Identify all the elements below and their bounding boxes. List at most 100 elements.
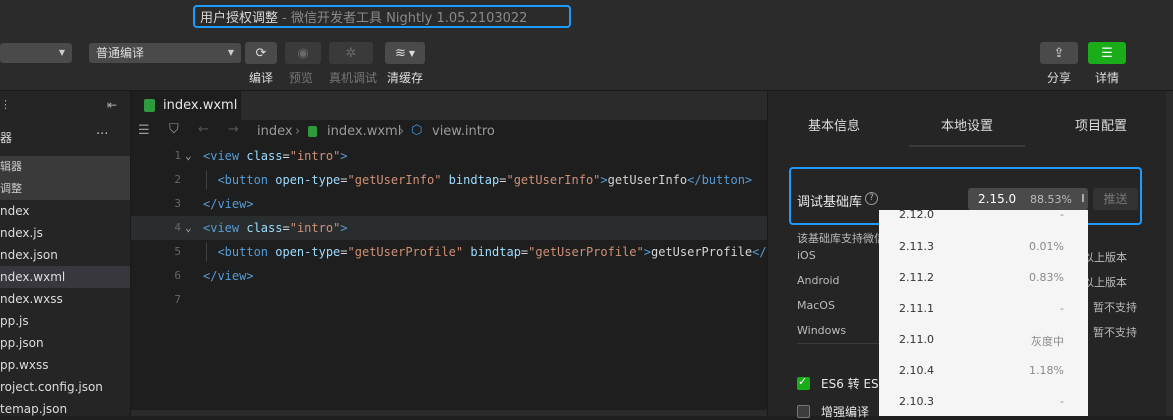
title-highlight-box	[193, 5, 571, 28]
wxml-file-icon	[308, 126, 317, 137]
version-option[interactable]: 2.11.2 0.83%	[879, 262, 1088, 293]
breadcrumb-folder[interactable]: index	[257, 124, 293, 139]
compile-label[interactable]: 编译	[249, 69, 273, 86]
code-line: 7	[174, 293, 181, 306]
file-item-selected[interactable]: ndex.wxml	[0, 266, 130, 288]
code-token: <button	[217, 245, 276, 259]
chevron-down-icon: ▼	[227, 48, 234, 57]
tab-project-config[interactable]: 项目配置	[1075, 115, 1127, 134]
version-option[interactable]: 2.10.4 1.18%	[879, 355, 1088, 386]
code-line: 3 </view>	[131, 192, 767, 216]
refresh-icon: ⟳	[255, 45, 267, 61]
preview-button[interactable]: ◉	[285, 42, 321, 64]
platform-ios: iOS	[797, 249, 816, 262]
explorer-title: 器	[0, 131, 13, 145]
code-token: <view	[203, 149, 247, 163]
code-token: "intro"	[289, 221, 341, 235]
file-item[interactable]: roject.config.json	[0, 376, 130, 398]
share-label[interactable]: 分享	[1047, 69, 1071, 86]
code-editor[interactable]: 1 ⌄ <view class="intro"> 2 <button open-ty…	[131, 144, 767, 416]
active-tab-underline	[909, 145, 1025, 147]
es6-checkbox[interactable]: ✓	[797, 375, 810, 390]
ellipsis-icon[interactable]: ⋮	[0, 98, 11, 111]
version-option[interactable]: 2.11.0 灰度中	[879, 324, 1088, 355]
remote-debug-label[interactable]: 真机调试	[329, 69, 377, 86]
tab-index-wxml[interactable]: index.wxml	[131, 91, 241, 120]
upload-icon: ⇪	[1053, 45, 1065, 61]
remote-debug-button[interactable]: ✲	[329, 42, 373, 64]
code-line: 1 ⌄ <view class="intro">	[131, 144, 767, 168]
code-token: =	[340, 173, 348, 187]
file-item[interactable]: pp.wxss	[0, 354, 130, 376]
chevron-right-icon: ›	[295, 124, 301, 139]
code-token: "getUserProfile"	[528, 245, 644, 259]
code-token: </view>	[203, 269, 254, 283]
support-note: 该基础库支持微信	[797, 232, 885, 245]
mode-select[interactable]: ▼	[0, 43, 72, 63]
file-item[interactable]: pp.json	[0, 332, 130, 354]
code-content: <view class="intro">	[203, 144, 348, 168]
layers-icon: ≋	[394, 45, 406, 61]
wxml-file-icon	[144, 99, 155, 112]
back-arrow-icon[interactable]: ←	[198, 122, 209, 137]
code-token: </	[752, 245, 767, 259]
group-adjust[interactable]: 调整	[0, 178, 130, 200]
group-editors[interactable]: 辑器	[0, 156, 130, 178]
bookmark-icon[interactable]: ⛉	[169, 122, 179, 137]
file-item[interactable]: pp.js	[0, 310, 130, 332]
file-item[interactable]: ndex.js	[0, 222, 130, 244]
file-item[interactable]: temap.json	[0, 398, 130, 420]
compile-button[interactable]: ⟳	[245, 42, 277, 64]
version-option[interactable]: 2.11.3 0.01%	[879, 231, 1088, 262]
code-token: "intro"	[289, 149, 341, 163]
version-option[interactable]: 2.11.1-	[879, 293, 1088, 324]
tab-local-settings[interactable]: 本地设置	[941, 115, 993, 134]
lib-version-dropdown: 2.12.0- 2.11.3 0.01% 2.11.2 0.83% 2.11.1- …	[879, 210, 1088, 416]
breadcrumb-node[interactable]: view.intro	[432, 124, 495, 139]
share-button[interactable]: ⇪	[1040, 42, 1078, 64]
clear-cache-label[interactable]: 清缓存	[387, 69, 423, 86]
chevron-down-icon: ▼	[58, 48, 65, 57]
code-token: open-type	[275, 173, 341, 187]
code-token: open-type	[275, 245, 341, 259]
details-label[interactable]: 详情	[1095, 69, 1119, 86]
file-explorer: ⋮ ⇤ 器 ··· 辑器 调整 ndex ndex.js ndex.json n…	[0, 91, 131, 416]
version-option[interactable]: 2.10.3-	[879, 386, 1088, 416]
title-bar	[0, 0, 1173, 32]
tab-basic-info[interactable]: 基本信息	[808, 115, 860, 134]
collapse-panel-icon[interactable]: ⇤	[107, 98, 117, 112]
code-token: getUserInfo	[607, 173, 688, 187]
more-icon[interactable]: ···	[96, 127, 108, 142]
code-token: class	[246, 149, 283, 163]
code-token: "getUserProfile"	[347, 245, 464, 259]
fold-chevron-icon[interactable]: ⌄	[185, 144, 192, 168]
details-button[interactable]: ☰	[1088, 42, 1126, 64]
file-item[interactable]: ndex.wxss	[0, 288, 130, 310]
code-token: >	[600, 173, 608, 187]
platform-status-macos: 暂不支持	[1093, 301, 1137, 314]
breadcrumb-file[interactable]: index.wxml	[327, 124, 401, 139]
file-item[interactable]: ndex	[0, 200, 130, 222]
code-line: 2 <button open-type="getUserInfo" bindta…	[131, 168, 767, 192]
version-option[interactable]: 2.12.0-	[879, 210, 1088, 230]
code-content: <button open-type="getUserProfile" bindt…	[203, 240, 767, 264]
compile-mode-select[interactable]: 普通编译 ▼	[89, 43, 241, 63]
file-item[interactable]: ndex.json	[0, 244, 130, 266]
cube-icon: ⬡	[411, 123, 423, 138]
clear-cache-button[interactable]: ≋ ▼	[385, 42, 425, 64]
fold-chevron-icon[interactable]: ⌄	[185, 216, 192, 240]
bug-icon: ✲	[345, 45, 357, 61]
es6-label[interactable]: ES6 转 ES	[821, 375, 879, 392]
code-token: <button	[217, 173, 276, 187]
enhance-label[interactable]: 增强编译	[821, 403, 869, 420]
code-token: </view>	[203, 197, 254, 211]
enhance-checkbox[interactable]	[797, 405, 810, 418]
preview-label[interactable]: 预览	[289, 69, 313, 86]
forward-arrow-icon[interactable]: →	[228, 122, 239, 137]
tab-label: index.wxml	[163, 98, 238, 113]
list-icon[interactable]: ☰	[138, 123, 150, 138]
window-scrollbar[interactable]	[1166, 91, 1173, 416]
